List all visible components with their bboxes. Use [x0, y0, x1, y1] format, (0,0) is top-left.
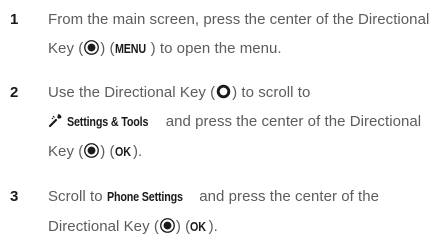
directional-key-center-pressed-icon: [159, 218, 175, 233]
step-number: 2: [10, 84, 19, 101]
step-3-text-c: ) (: [175, 218, 191, 235]
menu-key-label: MENU: [114, 42, 146, 56]
step-text: Use the Directional Key ( ) to scroll to S…: [48, 78, 443, 167]
step-2-text-a: Use the Directional Key (: [48, 84, 216, 101]
directional-key-center-pressed-icon: [84, 143, 100, 158]
ok-key-label: OK: [114, 145, 131, 159]
step-2-text-e: ).: [132, 143, 143, 160]
step-number: 1: [10, 11, 19, 28]
step-text: From the main screen, press the center o…: [48, 5, 443, 64]
ok-key-label: OK: [190, 220, 206, 234]
settings-tools-icon: [48, 114, 62, 128]
step-2-text-b: ) to scroll to: [232, 84, 311, 101]
directional-key-center-pressed-icon: [84, 40, 100, 55]
step-2-text-d: ) (: [100, 143, 115, 160]
directional-key-ring-icon: [216, 84, 231, 99]
step-1-text-b: ) (: [100, 40, 115, 57]
step-3-text-d: ).: [208, 218, 218, 235]
step-3-text-a: Scroll to: [48, 188, 107, 205]
step-text: Scroll to Phone Settings and press the c…: [48, 182, 443, 242]
step-1-text-c: ) to open the menu.: [150, 40, 282, 57]
settings-tools-menu-item: Settings & Tools: [67, 115, 149, 129]
step-number: 3: [10, 188, 19, 205]
phone-settings-menu-item: Phone Settings: [106, 190, 183, 204]
